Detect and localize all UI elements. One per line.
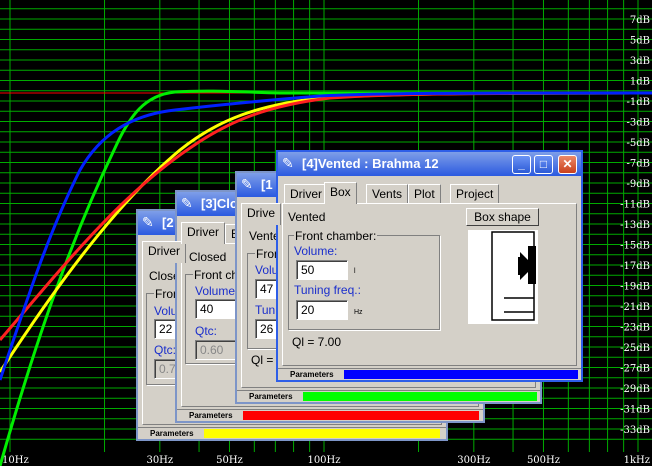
qtc-label: Qtc:: [195, 324, 218, 338]
dialog-4-vented-active[interactable]: ✎ [4]Vented : Brahma 12 _ □ ✕ Driver Box…: [276, 150, 583, 382]
tab-driver[interactable]: Driver: [181, 222, 225, 244]
y-axis-label: 3dB: [630, 56, 650, 67]
y-axis-label: -19dB: [620, 282, 650, 293]
tab-vents[interactable]: Vents: [366, 184, 409, 204]
title-bar[interactable]: ✎ [4]Vented : Brahma 12 _ □ ✕: [278, 152, 581, 176]
y-axis-label: -23dB: [620, 323, 650, 334]
y-axis-label: 5dB: [630, 36, 650, 47]
minimize-icon[interactable]: _: [512, 155, 531, 174]
y-axis-label: -29dB: [620, 384, 650, 395]
tuning-label: Tuning freq.:: [294, 283, 361, 297]
y-axis-label: -25dB: [620, 343, 650, 354]
tab-plot[interactable]: Plot: [408, 184, 441, 204]
status-label: Parameters: [290, 370, 334, 379]
app-icon: ✎: [282, 155, 294, 171]
box-shape-preview: [468, 230, 538, 324]
status-bar: Parameters: [278, 368, 581, 380]
y-axis-label: -3dB: [627, 118, 651, 129]
tuning-label: Tuni: [255, 303, 278, 317]
maximize-icon[interactable]: □: [534, 155, 553, 174]
y-axis-label: -9dB: [627, 179, 651, 190]
status-label: Parameters: [249, 392, 293, 401]
volume-label: Volume:: [294, 244, 338, 258]
x-axis-label: 10Hz: [2, 455, 29, 466]
status-bar: Parameters: [138, 427, 446, 439]
ql-label: Ql = 7.00: [292, 335, 342, 349]
tab-project[interactable]: Project: [450, 184, 500, 204]
y-axis-label: -7dB: [627, 159, 651, 170]
tuning-input[interactable]: 20: [296, 300, 348, 320]
color-bar: [303, 392, 537, 401]
status-label: Parameters: [189, 411, 233, 420]
x-axis-label: 500Hz: [527, 455, 560, 466]
tab-driver[interactable]: Drive: [241, 203, 282, 225]
y-axis-label: -5dB: [627, 138, 651, 149]
y-axis-label: -27dB: [620, 364, 650, 375]
y-axis-label: 7dB: [630, 15, 650, 26]
type-value: Closed: [189, 250, 227, 264]
color-bar: [243, 411, 479, 420]
y-axis-label: -15dB: [620, 241, 650, 252]
tab-driver[interactable]: Driver: [284, 184, 328, 204]
status-bar: Parameters: [177, 409, 483, 421]
x-axis-label: 50Hz: [216, 455, 243, 466]
status-bar: Parameters: [237, 390, 540, 402]
type-value: Vented: [288, 210, 326, 224]
volume-label: Volume:: [195, 284, 239, 298]
y-axis-label: -13dB: [620, 220, 650, 231]
y-axis-label: -1dB: [627, 97, 651, 108]
volume-label: Volu: [255, 263, 279, 277]
group-label: Front chamber:: [294, 229, 378, 243]
x-axis-label: 100Hz: [307, 455, 340, 466]
volume-unit: l: [354, 268, 356, 275]
window-title: [2: [162, 215, 174, 230]
color-bar: [204, 429, 440, 438]
app-icon: ✎: [241, 176, 253, 192]
color-bar: [344, 370, 578, 379]
y-axis-label: -31dB: [620, 405, 650, 416]
qtc-label: Qtc:: [154, 343, 177, 357]
tuning-unit: Hz: [354, 309, 363, 316]
box-shape-button[interactable]: Box shape: [466, 208, 539, 226]
close-icon[interactable]: ✕: [558, 155, 577, 174]
volume-input[interactable]: 50: [296, 260, 348, 280]
speaker-box-icon: [491, 231, 536, 321]
tab-driver[interactable]: Driver: [142, 241, 186, 263]
window-title: [3]Clo: [201, 196, 238, 211]
window-title: [4]Vented : Brahma 12: [302, 156, 439, 171]
y-axis-label: -21dB: [620, 302, 650, 313]
window-title: [1: [261, 177, 273, 192]
app-icon: ✎: [142, 214, 154, 230]
status-label: Parameters: [150, 429, 194, 438]
x-axis-label: 30Hz: [146, 455, 173, 466]
x-axis-label: 300Hz: [457, 455, 490, 466]
y-axis-label: -11dB: [620, 200, 650, 211]
y-axis-label: -17dB: [620, 261, 650, 272]
volume-label: Volu: [154, 304, 178, 318]
y-axis-label: 1dB: [630, 77, 650, 88]
tab-box[interactable]: Box: [324, 182, 357, 204]
app-icon: ✎: [181, 195, 193, 211]
y-axis-label: -33dB: [620, 425, 650, 436]
x-axis-label: 1kHz: [624, 455, 650, 466]
